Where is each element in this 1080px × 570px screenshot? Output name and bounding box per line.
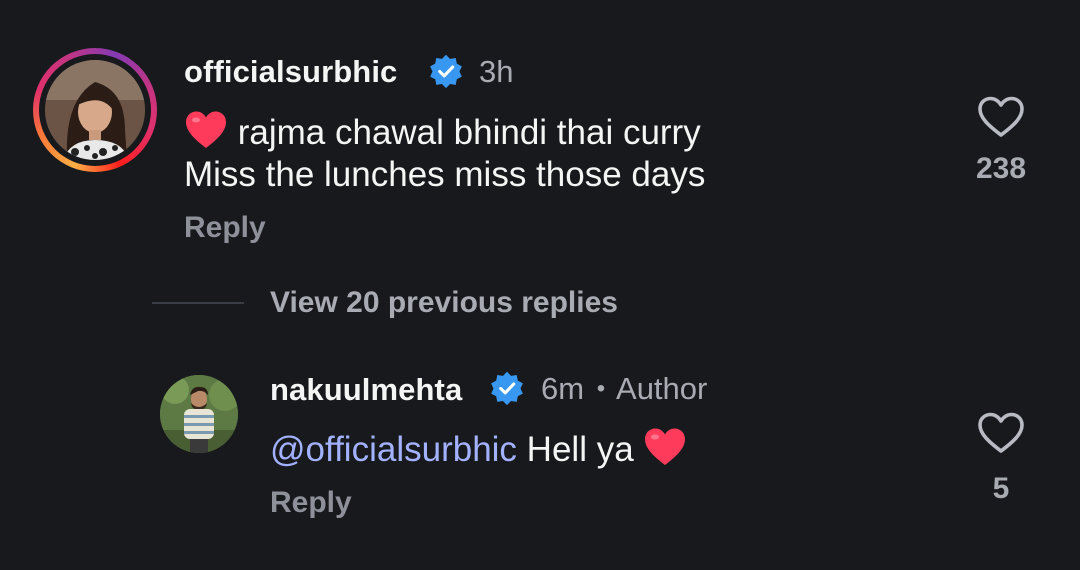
comment-text-line1-words: rajma chawal bhindi thai curry [237, 113, 701, 152]
red-heart-emoji-icon [186, 111, 226, 148]
avatar-nakuulmehta[interactable] [160, 375, 238, 453]
view-previous-replies-button[interactable]: View 20 previous replies [270, 286, 618, 320]
reply-like-count: 5 [992, 472, 1010, 505]
comment-text-line2: Miss the lunches miss those days [184, 155, 706, 194]
reply-reply-button[interactable]: Reply [270, 486, 352, 520]
comment-text-line1: rajma chawal bhindi thai curry [184, 110, 701, 155]
comment-reply-button[interactable]: Reply [184, 211, 266, 245]
avatar-photo-icon [160, 375, 238, 453]
avatar-officialsurbhic[interactable] [45, 60, 145, 160]
like-heart-icon[interactable] [977, 412, 1025, 454]
author-label: Author [616, 371, 708, 406]
meta-separator: • [596, 375, 606, 402]
comment-username[interactable]: officialsurbhic [184, 54, 397, 90]
reply-text: @officialsurbhic Hell ya [270, 427, 687, 472]
verified-badge-icon [491, 371, 523, 406]
thread-divider [152, 302, 244, 304]
reply-time: 6m [541, 371, 585, 406]
comment-time: 3h [479, 54, 514, 89]
reply-meta: 6m • Author [541, 371, 707, 407]
avatar-photo-icon [45, 60, 145, 160]
reply-mention-link[interactable]: @officialsurbhic [270, 430, 517, 469]
comment-like-count: 238 [975, 152, 1027, 185]
red-heart-emoji-icon [645, 428, 686, 465]
verified-badge-icon [430, 54, 462, 89]
like-heart-icon[interactable] [977, 96, 1025, 138]
reply-text-words: Hell ya [526, 430, 634, 469]
reply-username[interactable]: nakuulmehta [270, 372, 462, 408]
